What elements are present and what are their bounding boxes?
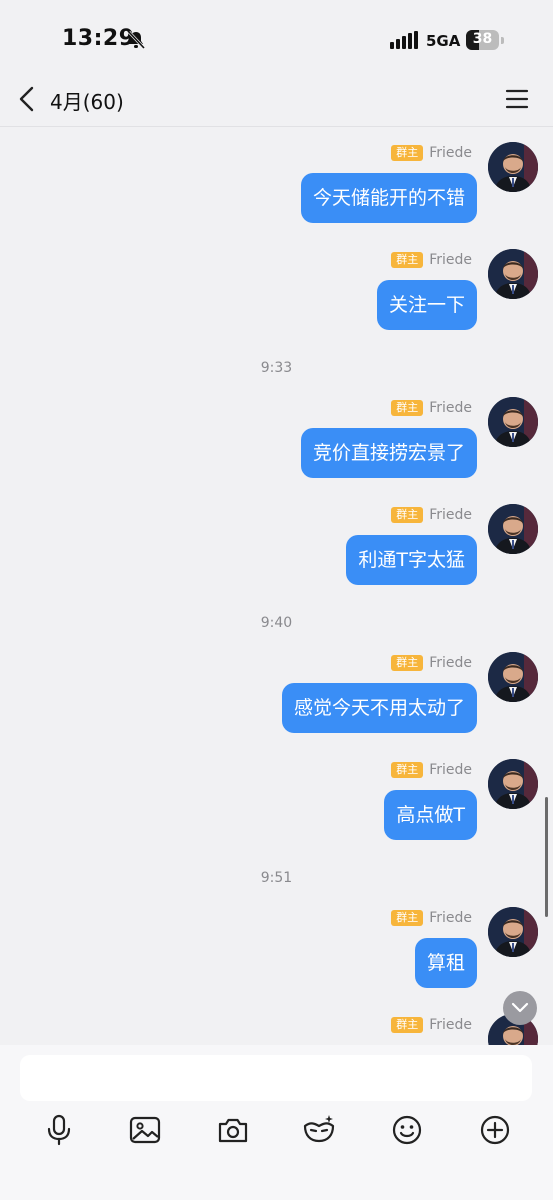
owner-badge: 群主 <box>391 400 424 416</box>
message-bubble[interactable]: 感觉今天不用太动了 <box>281 683 477 733</box>
sender-name[interactable]: Friede <box>429 507 472 523</box>
avatar[interactable] <box>488 652 538 702</box>
sender-name[interactable]: Friede <box>429 762 472 778</box>
message-timestamp: 9:33 <box>260 360 293 376</box>
owner-badge: 群主 <box>391 1017 424 1033</box>
more-button[interactable] <box>478 1113 512 1147</box>
network-type: 5GA <box>426 32 461 50</box>
mask-sparkle-icon <box>303 1115 335 1143</box>
mask-button[interactable] <box>302 1113 336 1147</box>
avatar[interactable] <box>488 397 538 447</box>
message-bubble[interactable]: 算租 <box>414 938 477 988</box>
battery-icon: 38 <box>466 30 504 50</box>
avatar[interactable] <box>488 504 538 554</box>
chat-header: 4月(60) <box>0 74 553 127</box>
owner-badge: 群主 <box>391 762 424 778</box>
message-timestamp: 9:40 <box>260 615 293 631</box>
owner-badge: 群主 <box>391 910 424 926</box>
image-icon <box>129 1116 161 1144</box>
scroll-indicator[interactable] <box>545 797 548 917</box>
owner-badge: 群主 <box>391 507 424 523</box>
avatar[interactable] <box>488 759 538 809</box>
sender-name[interactable]: Friede <box>429 145 472 161</box>
mute-bell-icon <box>127 30 146 50</box>
battery-level: 38 <box>472 31 493 47</box>
avatar[interactable] <box>488 907 538 957</box>
message-timestamp: 9:51 <box>260 870 293 886</box>
back-arrow-icon[interactable] <box>14 84 40 114</box>
message-bubble[interactable]: 竞价直接捞宏景了 <box>300 428 477 478</box>
status-bar: 13:29 5GA 38 <box>0 0 553 80</box>
sender-name[interactable]: Friede <box>429 910 472 926</box>
scroll-to-bottom-button[interactable] <box>503 991 537 1025</box>
sender-name[interactable]: Friede <box>429 252 472 268</box>
owner-badge: 群主 <box>391 252 424 268</box>
message-bubble[interactable]: 关注一下 <box>376 280 477 330</box>
message-composer <box>0 1045 553 1200</box>
owner-badge: 群主 <box>391 655 424 671</box>
message-bubble[interactable]: 利通T字太猛 <box>346 535 477 585</box>
chevron-down-icon <box>511 1002 529 1013</box>
emoji-icon <box>392 1115 422 1145</box>
camera-button[interactable] <box>216 1113 250 1147</box>
menu-icon[interactable] <box>505 88 529 110</box>
message-input[interactable] <box>20 1055 532 1101</box>
owner-badge: 群主 <box>391 145 424 161</box>
sender-name[interactable]: Friede <box>429 1017 472 1033</box>
voice-button[interactable] <box>42 1113 76 1147</box>
camera-icon <box>218 1118 248 1143</box>
chat-title: 4月(60) <box>50 90 124 114</box>
chat-message: 群主 Friede <box>0 1014 553 1045</box>
sender-name[interactable]: Friede <box>429 400 472 416</box>
sender-name[interactable]: Friede <box>429 655 472 671</box>
avatar[interactable] <box>488 142 538 192</box>
message-bubble[interactable]: 今天储能开的不错 <box>300 173 477 223</box>
avatar[interactable] <box>488 249 538 299</box>
message-bubble[interactable]: 高点做T <box>384 790 477 840</box>
status-time: 13:29 <box>62 26 135 51</box>
photo-button[interactable] <box>128 1113 162 1147</box>
plus-icon <box>480 1115 510 1145</box>
emoji-button[interactable] <box>390 1113 424 1147</box>
signal-icon <box>390 31 418 49</box>
microphone-icon <box>47 1114 71 1146</box>
